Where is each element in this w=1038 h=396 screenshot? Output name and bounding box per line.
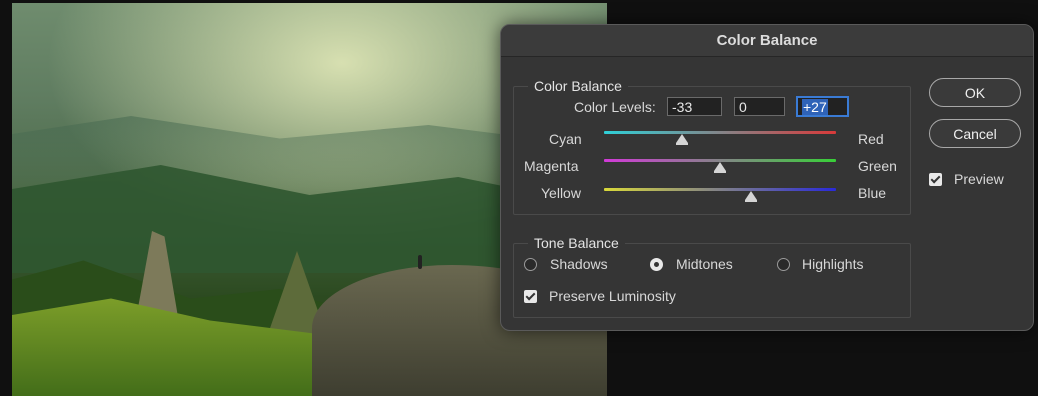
highlights-radio[interactable] (777, 258, 790, 271)
green-label: Green (858, 158, 897, 174)
preserve-luminosity-label[interactable]: Preserve Luminosity (549, 288, 676, 304)
cyan-red-level-field[interactable]: -33 (667, 97, 722, 116)
yellow-blue-slider-thumb[interactable] (745, 191, 758, 202)
yellow-blue-level-field[interactable]: +27 (797, 97, 848, 116)
shadows-radio[interactable] (524, 258, 537, 271)
preview-checkbox[interactable] (929, 173, 942, 186)
magenta-label: Magenta (524, 158, 579, 174)
magenta-green-level-field[interactable]: 0 (734, 97, 785, 116)
cyan-label: Cyan (549, 131, 582, 147)
preview-label[interactable]: Preview (954, 171, 1004, 187)
midtones-radio[interactable] (650, 258, 663, 271)
cancel-button[interactable]: Cancel (929, 119, 1021, 148)
color-levels-label: Color Levels: (574, 99, 656, 115)
yellow-label: Yellow (541, 185, 581, 201)
magenta-green-slider-thumb[interactable] (714, 162, 726, 173)
tone-balance-group-label: Tone Balance (534, 235, 619, 251)
yellow-blue-slider-track[interactable] (604, 188, 836, 191)
red-label: Red (858, 131, 884, 147)
midtones-label[interactable]: Midtones (676, 256, 733, 272)
cyan-red-slider-thumb[interactable] (675, 134, 688, 145)
blue-label: Blue (858, 185, 887, 201)
color-balance-group-label: Color Balance (534, 78, 622, 94)
dialog-title: Color Balance (501, 25, 1033, 57)
shadows-label[interactable]: Shadows (550, 256, 608, 272)
ok-button[interactable]: OK (929, 78, 1021, 107)
highlights-label[interactable]: Highlights (802, 256, 863, 272)
tone-balance-group: Tone Balance (513, 235, 911, 318)
preserve-luminosity-checkbox[interactable] (524, 290, 537, 303)
selected-text: +27 (802, 99, 828, 115)
cyan-red-slider-track[interactable] (604, 131, 836, 134)
hiker-silhouette (418, 255, 422, 269)
color-balance-dialog: Color Balance Color Balance Color Levels… (500, 24, 1034, 331)
